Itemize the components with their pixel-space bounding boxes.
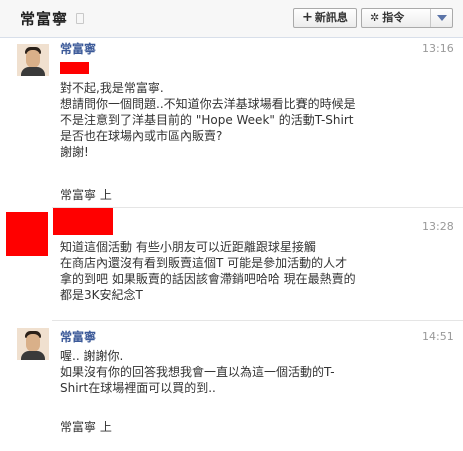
- message-item: 常富寧 13:16 對不起,我是常富寧. 想請問你一個問題..不知道你去洋基球場…: [0, 38, 463, 202]
- avatar-body: [21, 351, 45, 360]
- avatar[interactable]: [17, 44, 49, 76]
- message-timestamp: 13:28: [422, 220, 454, 233]
- message-line: 不是注意到了洋基目前的 "Hope Week" 的活動T-Shirt: [60, 113, 354, 127]
- message-body: 喔.. 謝謝你. 如果沒有你的回答我想我會一直以為這一個活動的T- Shirt在…: [60, 348, 335, 396]
- mobile-status-icon: [76, 13, 84, 24]
- message-divider: [52, 320, 463, 321]
- message-line: 對不起,我是常富寧.: [60, 81, 164, 95]
- message-line: 在商店內還沒有看到販賣這個T 可能是參加活動的人才: [60, 256, 348, 270]
- new-message-button[interactable]: + 新訊息: [293, 8, 357, 28]
- conversation-title: 常富寧: [20, 10, 69, 28]
- message-line: 想請問你一個問題..不知道你去洋基球場看比賽的時候是: [60, 97, 356, 111]
- message-timestamp: 14:51: [422, 330, 454, 343]
- message-line: 知道這個活動 有些小朋友可以近距離跟球星接觸: [60, 240, 316, 254]
- gear-icon: ✲: [370, 11, 380, 24]
- message-line: 都是3K安紀念T: [60, 288, 143, 302]
- message-line: 喔.. 謝謝你.: [60, 349, 124, 363]
- sender-name[interactable]: 常富寧: [60, 328, 96, 345]
- message-signature: 常富寧 上: [60, 420, 112, 434]
- dropdown-separator: [430, 9, 431, 27]
- message-line: 是否也在球場內或市區內販賣?: [60, 129, 223, 143]
- new-message-label: 新訊息: [314, 11, 348, 24]
- redacted-block: [60, 62, 89, 74]
- actions-dropdown[interactable]: ✲ 指令: [361, 8, 453, 28]
- message-line: Shirt在球場裡面可以買的到..: [60, 381, 216, 395]
- message-body: 對不起,我是常富寧. 想請問你一個問題..不知道你去洋基球場看比賽的時候是 不是…: [60, 80, 356, 160]
- message-line: 謝謝!: [60, 145, 89, 159]
- message-line: 拿的到吧 如果販賣的話因該會滯銷吧哈哈 現在最熱賣的: [60, 272, 356, 286]
- conversation-header: 常富寧 + 新訊息 ✲ 指令: [0, 0, 463, 38]
- sender-name[interactable]: 常富寧: [60, 40, 96, 57]
- message-body: 知道這個活動 有些小朋友可以近距離跟球星接觸 在商店內還沒有看到販賣這個T 可能…: [60, 239, 356, 303]
- message-line: 如果沒有你的回答我想我會一直以為這一個活動的T-: [60, 365, 335, 379]
- actions-label: 指令: [382, 11, 405, 24]
- chevron-down-icon: [437, 15, 447, 21]
- avatar-face: [26, 334, 40, 352]
- avatar[interactable]: [17, 328, 49, 360]
- avatar-body: [21, 67, 45, 76]
- redacted-sender: [53, 208, 113, 235]
- redacted-avatar: [6, 212, 48, 256]
- message-timestamp: 13:16: [422, 42, 454, 55]
- message-item: 13:28 知道這個活動 有些小朋友可以近距離跟球星接觸 在商店內還沒有看到販賣…: [0, 208, 463, 308]
- message-item: 常富寧 14:51 喔.. 謝謝你. 如果沒有你的回答我想我會一直以為這一個活動…: [0, 322, 463, 447]
- message-signature: 常富寧 上: [60, 188, 112, 202]
- plus-icon: +: [302, 10, 313, 25]
- avatar-face: [26, 50, 40, 68]
